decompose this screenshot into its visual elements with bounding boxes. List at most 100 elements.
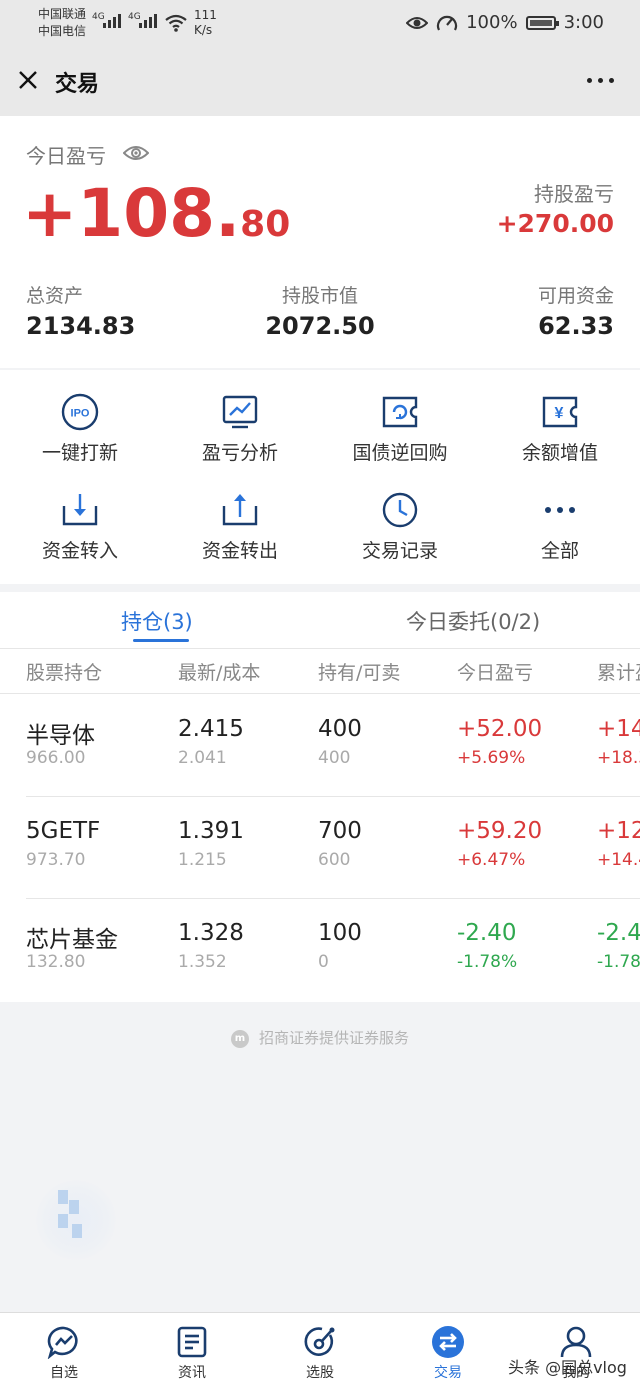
battery-icon: [525, 15, 559, 30]
action-reverse-repo[interactable]: 国债逆回购: [320, 392, 480, 465]
table-row[interactable]: 5GETF 973.70 1.391 1.215 700 600 +59.20 …: [0, 796, 640, 898]
action-label: 资金转入: [41, 540, 118, 562]
action-grid: IPO 一键打新 盈亏分析 国债逆回购 ¥ 余额增值 资金转入 资金转出 交易记…: [0, 370, 640, 584]
action-label: 余额增值: [521, 442, 598, 464]
action-pnl-analysis[interactable]: 盈亏分析: [160, 392, 320, 465]
tab-news[interactable]: 资讯: [128, 1325, 256, 1382]
today-pnl-integer: +108.: [22, 175, 241, 252]
ipo-icon-text: IPO: [71, 408, 90, 420]
network-speed: 111 K/s: [194, 8, 217, 38]
stock-value: 973.70: [26, 850, 86, 870]
speed-unit: K/s: [194, 23, 213, 37]
chart-bubble-icon: [47, 1326, 78, 1359]
stock-value: 966.00: [26, 748, 86, 768]
speed-value: 111: [194, 8, 217, 22]
tab-label: 交易: [434, 1365, 462, 1381]
close-icon[interactable]: [16, 68, 40, 92]
sellable-qty: 600: [318, 850, 351, 870]
tab-label: 选股: [306, 1365, 334, 1381]
total-pnl: +12: [597, 818, 640, 844]
sellable-qty: 400: [318, 748, 351, 768]
latest-price: 1.391: [178, 818, 244, 844]
divider: [0, 648, 640, 649]
clock-icon: [382, 492, 418, 528]
action-label: 盈亏分析: [201, 442, 278, 464]
more-dots-icon: [545, 507, 575, 513]
total-pnl: +14: [597, 716, 640, 742]
carrier-1: 中国联通: [38, 7, 87, 21]
battery-percent: 100%: [466, 12, 518, 33]
tab-indicator: [133, 639, 189, 642]
status-bar: 中国联通 中国电信 4G 4G 111 K/s 100% 3:00: [0, 0, 640, 48]
wifi-icon: [165, 14, 187, 32]
today-pnl-pct: +6.47%: [457, 850, 526, 870]
today-pnl-pct: +5.69%: [457, 748, 526, 768]
status-right: 100% 3:00: [406, 12, 604, 33]
hold-qty: 700: [318, 818, 362, 844]
cost-price: 1.352: [178, 952, 227, 972]
stock-name: 半导体: [26, 723, 95, 749]
action-balance-growth[interactable]: ¥ 余额增值: [480, 392, 640, 465]
today-pnl-value: +108.80: [22, 174, 290, 254]
tab-stock-picker[interactable]: 选股: [256, 1325, 384, 1382]
account-summary: 今日盈亏 +108.80 持股盈亏 +270.00 总资产 2134.83 持股…: [0, 116, 640, 368]
action-trade-history[interactable]: 交易记录: [320, 490, 480, 563]
tab-label: 资讯: [178, 1365, 206, 1381]
stock-name: 芯片基金: [26, 927, 118, 953]
watermark: 头条 @园总vlog: [508, 1358, 627, 1377]
broker-note: m 招商证券提供证券服务: [0, 1027, 640, 1048]
ipo-icon: IPO: [61, 393, 99, 431]
trade-swap-icon: [432, 1326, 464, 1358]
signal-bars-1-icon: [103, 14, 121, 28]
stock-name: 5GETF: [26, 818, 101, 844]
holding-pnl-label: 持股盈亏: [534, 182, 614, 206]
latest-price: 1.328: [178, 920, 244, 946]
signal-bars-2-icon: [139, 14, 157, 28]
total-pnl-pct: -1.78: [597, 952, 640, 972]
available-funds-value: 62.33: [538, 312, 614, 340]
tab-watchlist[interactable]: 自选: [0, 1325, 128, 1382]
action-label: 一键打新: [41, 442, 118, 464]
total-pnl-pct: +18.3: [597, 748, 640, 768]
action-ipo[interactable]: IPO 一键打新: [0, 392, 160, 465]
table-row[interactable]: 芯片基金 132.80 1.328 1.352 100 0 -2.40 -1.7…: [0, 898, 640, 1000]
page-title: 交易: [55, 72, 100, 97]
col-header-price: 最新/成本: [178, 662, 261, 684]
action-all[interactable]: 全部: [480, 490, 640, 563]
total-pnl: -2.4: [597, 920, 640, 946]
yuan-icon-text: ¥: [555, 405, 564, 422]
stock-value: 132.80: [26, 952, 86, 972]
col-header-stock: 股票持仓: [26, 662, 103, 684]
broker-logo-icon: m: [230, 1029, 249, 1048]
clock-time: 3:00: [563, 12, 604, 33]
col-header-holding: 持有/可卖: [318, 662, 401, 684]
tab-today-orders[interactable]: 今日委托(0/2): [406, 606, 540, 636]
holding-pnl-value: +270.00: [496, 209, 614, 238]
total-pnl-pct: +14.4: [597, 850, 640, 870]
action-label: 全部: [540, 540, 579, 562]
eye-comfort-icon: [406, 16, 429, 29]
today-pnl-pct: -1.78%: [457, 952, 518, 972]
news-icon: [177, 1326, 207, 1358]
action-label: 交易记录: [361, 540, 438, 562]
download-tray-icon: [62, 494, 98, 526]
col-header-today-pnl: 今日盈亏: [457, 662, 534, 684]
tab-label: 自选: [50, 1365, 78, 1381]
speedometer-icon: [437, 15, 458, 31]
tab-positions[interactable]: 持仓(3): [121, 606, 193, 636]
action-transfer-out[interactable]: 资金转出: [160, 490, 320, 563]
more-menu-icon[interactable]: [587, 78, 614, 83]
carrier-names: 中国联通 中国电信: [38, 6, 86, 40]
action-transfer-in[interactable]: 资金转入: [0, 490, 160, 563]
table-row[interactable]: 半导体 966.00 2.415 2.041 400 400 +52.00 +5…: [0, 694, 640, 796]
available-funds-label: 可用资金: [537, 285, 614, 307]
cost-price: 2.041: [178, 748, 227, 768]
stock-picker-icon: [304, 1327, 335, 1356]
col-header-total-pnl: 累计盈亏: [597, 662, 640, 684]
chart-monitor-icon: [222, 395, 258, 429]
carrier-2: 中国电信: [38, 24, 87, 38]
tab-trade[interactable]: 交易: [384, 1325, 512, 1382]
eye-toggle-icon[interactable]: [123, 144, 149, 162]
floating-assistant-icon[interactable]: [36, 1180, 116, 1260]
cost-price: 1.215: [178, 850, 227, 870]
